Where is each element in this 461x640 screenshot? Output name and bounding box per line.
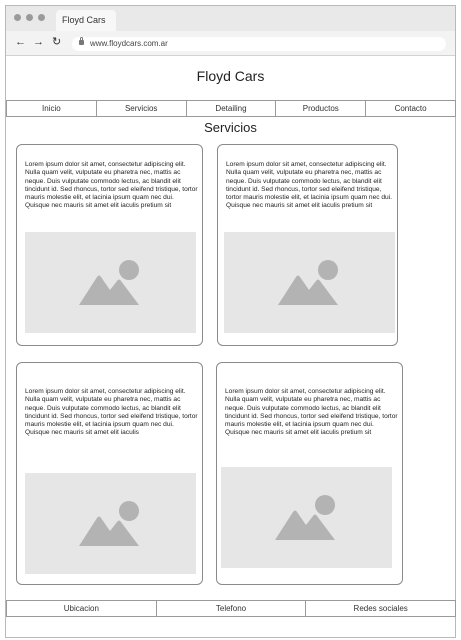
image-placeholder-icon [78, 500, 139, 546]
footer-item-ubicacion[interactable]: Ubicacion [7, 601, 156, 616]
back-arrow-icon[interactable]: ← [15, 35, 26, 49]
nav-item-productos[interactable]: Productos [275, 101, 365, 116]
image-placeholder-icon [274, 494, 335, 540]
service-card: Lorem ipsum dolor sit amet, consectetur … [16, 144, 203, 346]
footer-nav: Ubicacion Telefono Redes sociales [6, 600, 456, 617]
service-card: Lorem ipsum dolor sit amet, consectetur … [16, 362, 203, 585]
reload-icon[interactable]: ↻ [52, 35, 61, 49]
lock-icon [79, 37, 84, 45]
image-placeholder [224, 232, 395, 333]
window-minimize-dot[interactable] [26, 14, 33, 21]
footer-item-redes-sociales[interactable]: Redes sociales [305, 601, 455, 616]
card-description: Lorem ipsum dolor sit amet, consectetur … [25, 388, 198, 437]
window-maximize-dot[interactable] [38, 14, 45, 21]
address-bar-row: ← → ↻ www.floydcars.com.ar [6, 31, 455, 56]
browser-tab[interactable]: Floyd Cars [56, 10, 116, 31]
window-close-dot[interactable] [14, 14, 21, 21]
card-description: Lorem ipsum dolor sit amet, consectetur … [226, 161, 393, 210]
service-card: Lorem ipsum dolor sit amet, consectetur … [217, 144, 398, 346]
image-placeholder [25, 232, 196, 333]
image-placeholder [221, 467, 392, 568]
image-placeholder [25, 473, 196, 574]
url-text: www.floydcars.com.ar [90, 39, 168, 48]
footer-item-telefono[interactable]: Telefono [155, 601, 306, 616]
forward-arrow-icon[interactable]: → [33, 35, 44, 49]
nav-item-servicios[interactable]: Servicios [95, 101, 186, 116]
nav-item-inicio[interactable]: Inicio [7, 101, 96, 116]
site-title: Floyd Cars [196, 68, 265, 84]
nav-item-detailing[interactable]: Detailing [185, 101, 276, 116]
main-nav: Inicio Servicios Detailing Productos Con… [6, 100, 456, 117]
card-description: Lorem ipsum dolor sit amet, consectetur … [225, 388, 398, 437]
section-title: Servicios [204, 120, 257, 135]
image-placeholder-icon [277, 259, 338, 305]
service-card: Lorem ipsum dolor sit amet, consectetur … [216, 362, 403, 585]
card-description: Lorem ipsum dolor sit amet, consectetur … [25, 161, 198, 210]
nav-item-contacto[interactable]: Contacto [365, 101, 455, 116]
browser-titlebar: Floyd Cars [6, 6, 455, 31]
url-input[interactable]: www.floydcars.com.ar [72, 37, 446, 51]
image-placeholder-icon [78, 259, 139, 305]
